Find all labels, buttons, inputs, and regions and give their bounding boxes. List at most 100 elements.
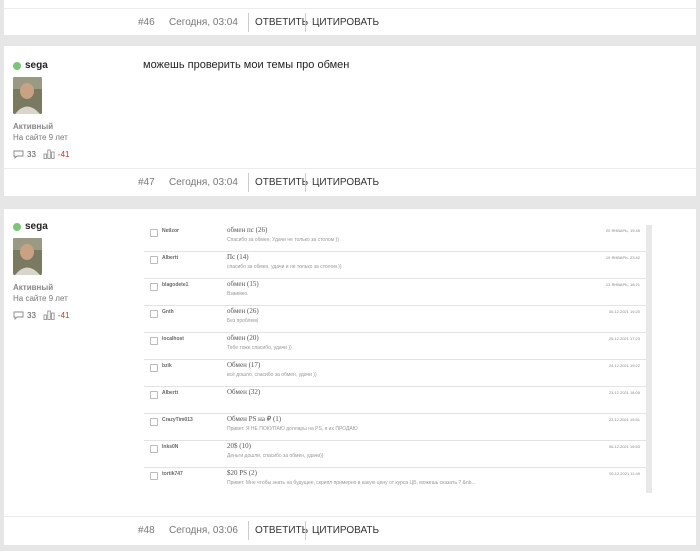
row-user: blagodete1 (162, 282, 189, 288)
author-status: Активный (13, 122, 54, 131)
list-item: blagodete1 обмен (15) Взаимно. 13 ЯНВАРЬ… (144, 279, 646, 306)
row-checkbox-icon (150, 472, 158, 480)
author-panel: sega Активный На сайте 9 лет 33 -41 (13, 221, 123, 320)
post-number[interactable]: #48 (138, 525, 155, 536)
row-date: 23.12.2021 15:51 (608, 417, 640, 422)
author-name[interactable]: sega (25, 221, 48, 232)
row-date: 13 ЯНВАРЬ, 18:21 (605, 282, 640, 287)
row-checkbox-icon (150, 391, 158, 399)
row-snippet: Без проблем) (227, 318, 259, 324)
row-snippet: Привет. Я НЕ ПОКУПАЮ доллары на PS, я их… (227, 426, 358, 432)
list-item: Albertt Обмен (32) 23.12.2021 18:05 (144, 387, 646, 414)
row-count: (2) (248, 469, 257, 477)
author-stats: 33 -41 (13, 310, 123, 320)
row-subject: обмен (26) (227, 307, 259, 315)
row-subject: Обмен PS на ₽ (1) (227, 415, 281, 423)
row-count: (26) (255, 226, 268, 234)
row-checkbox-icon (150, 364, 158, 372)
rating-value: -41 (57, 310, 70, 320)
list-item: Gnth обмен (26) Без проблем) 30.12.2021 … (144, 306, 646, 333)
quote-button[interactable]: ЦИТИРОВАТЬ (305, 13, 385, 32)
row-user: NetIzor (162, 228, 179, 234)
row-subject-text: 20$ (227, 442, 238, 450)
list-item: Albertt Пс (14) спасибо за обмен, удачи … (144, 252, 646, 279)
row-snippet: Привет. Мне чтобы знать на будущее, скри… (227, 480, 476, 486)
post-48: sega Активный На сайте 9 лет 33 -41 NetI… (4, 209, 696, 545)
avatar[interactable] (13, 77, 42, 114)
row-subject: Обмен (17) (227, 361, 260, 369)
row-subject-text: обмен (227, 334, 246, 342)
embedded-screenshot[interactable]: NetIzor обмен пс (26) Спасибо за обмен, … (144, 225, 652, 493)
row-checkbox-icon (150, 445, 158, 453)
avatar-image (13, 238, 42, 275)
comment-icon (13, 311, 24, 320)
post-footer: #47 Сегодня, 03:04 ОТВЕТИТЬ ЦИТИРОВАТЬ (4, 168, 696, 195)
author-status: Активный (13, 283, 54, 292)
post-message: можешь проверить мои темы про обмен (143, 59, 350, 71)
post-number[interactable]: #47 (138, 177, 155, 188)
row-date: 05.12.2021 11:49 (609, 471, 640, 476)
screenshot-scrollbar (646, 225, 652, 493)
list-item: NetIzor обмен пс (26) Спасибо за обмен, … (144, 225, 646, 252)
row-subject: обмен пс (26) (227, 226, 267, 234)
post-number[interactable]: #46 (138, 17, 155, 28)
row-date: 19 ЯНВАРЬ, 23:42 (605, 255, 640, 260)
row-count: (32) (248, 388, 261, 396)
rating-value: -41 (57, 149, 70, 159)
row-subject-text: Обмен (227, 361, 247, 369)
row-subject-text: обмен (227, 280, 246, 288)
row-checkbox-icon (150, 229, 158, 237)
author-stats: 33 -41 (13, 149, 123, 159)
author-name-row: sega (13, 221, 123, 232)
author-name[interactable]: sega (25, 60, 48, 71)
row-checkbox-icon (150, 418, 158, 426)
avatar[interactable] (13, 238, 42, 275)
online-status-icon (13, 61, 21, 70)
row-count: (14) (236, 253, 249, 261)
rating-icon (43, 149, 55, 159)
row-user: tortik747 (162, 471, 183, 477)
row-date: 23.12.2021 18:05 (608, 390, 640, 395)
row-user: Albertt (162, 390, 179, 396)
row-subject-text: $20 PS (227, 469, 248, 477)
row-count: (17) (248, 361, 261, 369)
post-47: sega Активный На сайте 9 лет 33 -41 може… (4, 46, 696, 196)
post-date: Сегодня, 03:04 (169, 17, 238, 28)
author-tenure: На сайте 9 лет (13, 294, 68, 303)
row-snippet: спасибо за обмен, удачи и не только за с… (227, 264, 342, 270)
quote-button[interactable]: ЦИТИРОВАТЬ (305, 521, 385, 540)
row-subject: $20 PS (2) (227, 469, 257, 477)
row-subject-text: Обмен (227, 388, 247, 396)
post-date: Сегодня, 03:04 (169, 177, 238, 188)
row-checkbox-icon (150, 337, 158, 345)
row-date: 30.12.2021 19:20 (608, 309, 640, 314)
row-user: Albertt (162, 255, 179, 261)
quote-button[interactable]: ЦИТИРОВАТЬ (305, 173, 385, 192)
row-date: 25.12.2021 17:23 (608, 336, 640, 341)
row-snippet: всё дошло, спасибо за обмен, удачи )) (227, 372, 317, 378)
row-snippet: Взаимно. (227, 291, 249, 297)
post-46: #46 Сегодня, 03:04 ОТВЕТИТЬ ЦИТИРОВАТЬ (4, 0, 696, 35)
row-subject-text: Пс (227, 253, 236, 261)
list-item: localhost обмен (20) Тебе тоже спасибо, … (144, 333, 646, 360)
row-snippet: Деньги дошли, спасибо за обмен, удачи)) (227, 453, 324, 459)
post-footer: #46 Сегодня, 03:04 ОТВЕТИТЬ ЦИТИРОВАТЬ (4, 8, 696, 35)
row-subject-text: обмен пс (227, 226, 254, 234)
online-status-icon (13, 222, 21, 231)
row-snippet: Тебе тоже спасибо, удачи )) (227, 345, 292, 351)
author-tenure: На сайте 9 лет (13, 133, 68, 142)
row-subject-text: Обмен PS на ₽ (227, 415, 272, 423)
list-item: CrazyTim013 Обмен PS на ₽ (1) Привет. Я … (144, 414, 646, 441)
row-subject: Обмен (32) (227, 388, 260, 396)
row-user: localhost (162, 336, 184, 342)
row-count: (26) (247, 307, 259, 315)
row-user: Inks0N (162, 444, 179, 450)
list-item: bzik Обмен (17) всё дошло, спасибо за об… (144, 360, 646, 387)
row-subject: обмен (15) (227, 280, 259, 288)
row-snippet: Спасибо за обмен, Удачи не только за сто… (227, 237, 339, 243)
post-date: Сегодня, 03:06 (169, 525, 238, 536)
post-footer: #48 Сегодня, 03:06 ОТВЕТИТЬ ЦИТИРОВАТЬ (4, 516, 696, 543)
row-user: bzik (162, 363, 172, 369)
row-subject: Пс (14) (227, 253, 249, 261)
row-user: Gnth (162, 309, 174, 315)
